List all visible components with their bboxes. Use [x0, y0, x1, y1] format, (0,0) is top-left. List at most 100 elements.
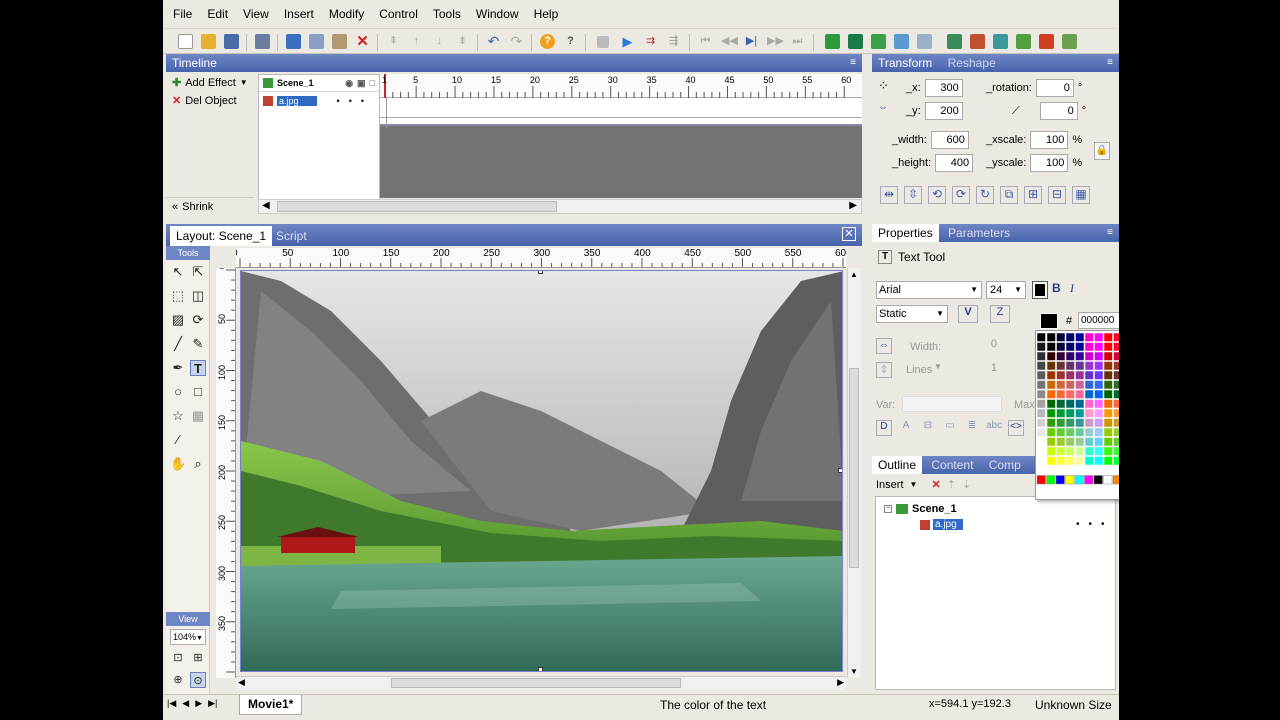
tab-script[interactable]: Script [270, 226, 313, 246]
stage-horizontal-scrollbar[interactable]: ◀ ▶ [236, 676, 846, 690]
tree-object-dots[interactable]: ••• [1076, 519, 1114, 530]
insert-sound-icon[interactable] [894, 34, 909, 49]
test-icon[interactable]: ⇶ [666, 34, 681, 49]
play-scene-icon[interactable]: ⇉ [643, 34, 658, 49]
add-effect-button[interactable]: ✚ Add Effect ▼ [166, 74, 256, 92]
flip-v-icon[interactable]: ⇳ [904, 186, 922, 204]
layer-row-scene[interactable]: Scene_1 ◉ ▣ □ [259, 75, 379, 92]
bold-icon[interactable]: B [1052, 281, 1061, 295]
first-frame-icon[interactable]: ⏮ [698, 34, 713, 49]
effect5-icon[interactable] [1039, 34, 1054, 49]
reset-icon[interactable]: ▦ [1072, 186, 1090, 204]
selectable-icon[interactable]: D [876, 420, 892, 436]
rotation-field[interactable]: 0 [1035, 79, 1074, 97]
text-color-button[interactable] [1032, 281, 1048, 299]
help-icon[interactable]: ? [540, 34, 555, 49]
html-icon[interactable]: A [898, 420, 914, 436]
tab-layout[interactable]: Layout: Scene_1 [170, 226, 273, 246]
insert-scene-icon[interactable] [825, 34, 840, 49]
yscale-field[interactable]: 100 [1030, 154, 1069, 172]
bring-forward-icon[interactable]: ↑ [409, 34, 424, 49]
layer-dots[interactable]: ••• [337, 96, 373, 106]
timeline-scrollbar[interactable]: ◀ ▶ [258, 199, 862, 214]
menu-help[interactable]: Help [534, 7, 559, 21]
play-frame-icon[interactable]: ▶| [744, 34, 759, 49]
tab-content[interactable]: Content [925, 456, 979, 474]
delete-icon[interactable]: ✕ [355, 34, 370, 49]
menu-tools[interactable]: Tools [433, 7, 461, 21]
link-icon[interactable]: ⇔ [878, 102, 900, 116]
width-value[interactable]: 0 [952, 338, 1000, 354]
zoom-select[interactable]: 104%▼ [170, 629, 206, 645]
subselect-tool-icon[interactable]: ⇱ [190, 264, 206, 280]
timeline-frames[interactable] [380, 98, 862, 198]
visibility-icon[interactable]: ◉ [345, 78, 353, 89]
preview-icon[interactable] [255, 34, 270, 49]
tab-transform[interactable]: Transform [872, 54, 938, 72]
play-icon[interactable]: ▶ [620, 34, 635, 49]
tree-object[interactable]: a.jpg [920, 519, 963, 530]
image-tool-icon[interactable]: ▨ [170, 312, 186, 328]
wrap-icon[interactable]: ≣ [964, 420, 980, 436]
star-tool-icon[interactable]: ☆ [170, 408, 186, 424]
var-field[interactable] [902, 396, 1002, 412]
font-size-select[interactable]: 24 ▼ [986, 281, 1026, 299]
color-swatch-grid[interactable] [1036, 331, 1119, 501]
new-file-icon[interactable] [178, 34, 193, 49]
prev-scene-icon[interactable]: ◀ [182, 698, 189, 709]
color-palette-popup[interactable]: # 000000 [1035, 312, 1119, 501]
arrow-tool-icon[interactable]: ↖ [170, 264, 186, 280]
save-icon[interactable] [224, 34, 239, 49]
paste-icon[interactable] [332, 34, 347, 49]
menu-modify[interactable]: Modify [329, 7, 364, 21]
copy-icon[interactable] [309, 34, 324, 49]
effect3-icon[interactable] [993, 34, 1008, 49]
move-down-icon[interactable]: ⇣ [962, 478, 971, 491]
chevron-down-icon[interactable]: ▼ [910, 480, 918, 489]
hscroll-thumb[interactable] [391, 678, 681, 688]
menu-insert[interactable]: Insert [284, 7, 314, 21]
border-icon[interactable]: ⊟ [920, 420, 936, 436]
scroll-left-icon[interactable]: ◀ [262, 200, 270, 211]
zoom-100-icon[interactable]: ⊙ [190, 672, 206, 688]
zoom-fit-icon[interactable]: ⊡ [170, 650, 186, 666]
shrink-button[interactable]: « Shrink [166, 197, 254, 215]
font-select[interactable]: Arial ▼ [876, 281, 982, 299]
lines-value[interactable]: 1 [952, 362, 1000, 378]
rotate-icon[interactable]: ↻ [976, 186, 994, 204]
menu-view[interactable]: View [243, 7, 269, 21]
outline-insert-button[interactable]: Insert [876, 479, 904, 491]
italic-icon[interactable]: I [1070, 281, 1074, 296]
last-scene-icon[interactable]: ▶| [208, 698, 217, 709]
scroll-thumb[interactable] [277, 201, 557, 212]
vscroll-thumb[interactable] [849, 368, 859, 568]
tab-reshape[interactable]: Reshape [942, 54, 1002, 72]
eyedropper-tool-icon[interactable]: ⁄ [170, 432, 186, 448]
send-backward-icon[interactable]: ↓ [432, 34, 447, 49]
effect2-icon[interactable] [970, 34, 985, 49]
move-up-icon[interactable]: ⇡ [947, 478, 956, 491]
tab-outline[interactable]: Outline [872, 456, 923, 474]
context-help-icon[interactable]: ? [563, 34, 578, 49]
paste-transform-icon[interactable]: ⊞ [1024, 186, 1042, 204]
flip-h-icon[interactable]: ⇹ [880, 186, 898, 204]
pencil-tool-icon[interactable]: ✎ [190, 336, 206, 352]
rectangle-tool-icon[interactable]: □ [190, 384, 206, 400]
outline-toggle-icon[interactable]: □ [370, 78, 375, 88]
lock-icon[interactable]: ▣ [357, 78, 366, 89]
stage-canvas[interactable] [240, 270, 843, 672]
effect6-icon[interactable] [1062, 34, 1077, 49]
y-field[interactable]: 200 [924, 102, 963, 120]
transform-tool-icon[interactable]: ◫ [190, 288, 206, 304]
text-type-select[interactable]: Static ▼ [876, 305, 948, 323]
reshape-tool-icon[interactable]: ⟳ [190, 312, 206, 328]
next-scene-icon[interactable]: ▶ [195, 698, 202, 709]
first-scene-icon[interactable]: |◀ [167, 698, 176, 709]
menu-edit[interactable]: Edit [207, 7, 228, 21]
zoom-all-icon[interactable]: ⊞ [190, 650, 206, 666]
tab-comp[interactable]: Comp [983, 456, 1027, 474]
rotate-left-icon[interactable]: ⟲ [928, 186, 946, 204]
send-back-icon[interactable]: ⇟ [455, 34, 470, 49]
menu-control[interactable]: Control [379, 7, 418, 21]
open-folder-icon[interactable] [201, 34, 216, 49]
